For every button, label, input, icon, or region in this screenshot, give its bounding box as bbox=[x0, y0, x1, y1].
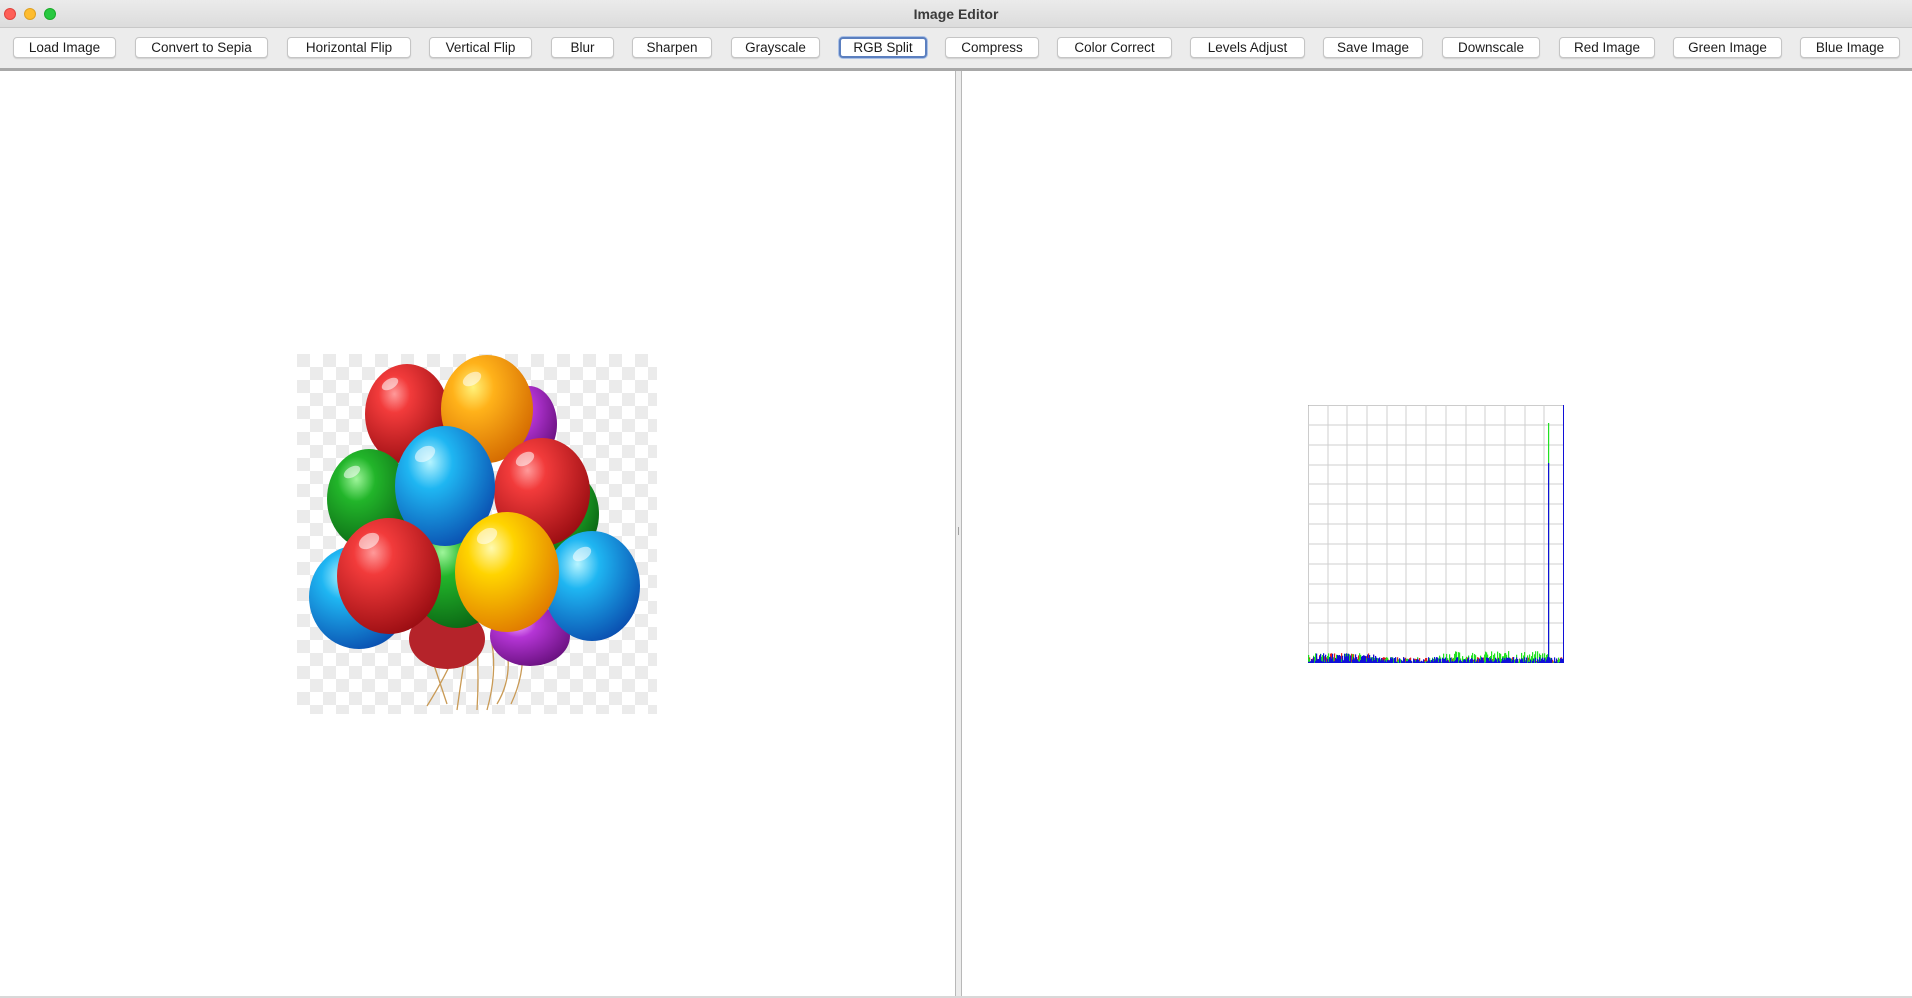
split-pane-divider[interactable] bbox=[955, 71, 962, 996]
rgb-histogram bbox=[1307, 404, 1565, 664]
sharpen-button[interactable]: Sharpen bbox=[632, 37, 712, 58]
histogram-bar-blue bbox=[1526, 657, 1528, 663]
histogram-bar-blue bbox=[1557, 662, 1559, 663]
color-correct-button[interactable]: Color Correct bbox=[1057, 37, 1172, 58]
histogram-bar-blue bbox=[1437, 657, 1439, 663]
load-image-button[interactable]: Load Image bbox=[13, 37, 116, 58]
horizontal-flip-button[interactable]: Horizontal Flip bbox=[287, 37, 411, 58]
histogram-bar-blue bbox=[1548, 463, 1550, 663]
histogram-bar-blue bbox=[1399, 658, 1401, 663]
blue-image-button[interactable]: Blue Image bbox=[1800, 37, 1900, 58]
compress-button[interactable]: Compress bbox=[945, 37, 1039, 58]
histogram-bar-blue bbox=[1350, 655, 1352, 663]
histogram-bar-blue bbox=[1457, 657, 1459, 663]
histogram-bar-blue bbox=[1472, 659, 1474, 663]
histogram-bar-blue bbox=[1404, 658, 1406, 663]
title-bar[interactable]: Image Editor bbox=[0, 0, 1912, 28]
rgb-split-button[interactable]: RGB Split bbox=[839, 37, 927, 58]
histogram-bar-blue bbox=[1517, 659, 1519, 663]
save-image-button[interactable]: Save Image bbox=[1323, 37, 1423, 58]
vertical-flip-button[interactable]: Vertical Flip bbox=[429, 37, 532, 58]
blur-button[interactable]: Blur bbox=[551, 37, 614, 58]
grayscale-button[interactable]: Grayscale bbox=[731, 37, 820, 58]
balloons-image bbox=[297, 354, 657, 714]
histogram-bar-blue bbox=[1483, 660, 1485, 663]
histogram-bar-blue bbox=[1325, 654, 1327, 663]
image-panel[interactable] bbox=[0, 71, 955, 996]
downscale-button[interactable]: Downscale bbox=[1442, 37, 1540, 58]
histogram-bar-blue bbox=[1533, 658, 1535, 663]
levels-adjust-button[interactable]: Levels Adjust bbox=[1190, 37, 1305, 58]
red-image-button[interactable]: Red Image bbox=[1559, 37, 1655, 58]
green-image-button[interactable]: Green Image bbox=[1673, 37, 1782, 58]
histogram-bar-blue bbox=[1424, 662, 1426, 663]
histogram-bar-blue bbox=[1535, 657, 1537, 663]
histogram-bar-blue bbox=[1530, 659, 1532, 663]
histogram-bar-blue bbox=[1563, 405, 1565, 663]
histogram-bar-blue bbox=[1392, 657, 1394, 663]
histogram-bar-blue bbox=[1499, 660, 1501, 663]
window-title: Image Editor bbox=[913, 6, 999, 22]
histogram-bar-blue bbox=[1313, 657, 1315, 663]
divider-grip[interactable] bbox=[958, 527, 959, 535]
histogram-bar-blue bbox=[1551, 657, 1553, 663]
app-window: Image Editor Load Image Convert to Sepia… bbox=[0, 0, 1912, 998]
histogram-bar-blue bbox=[1323, 653, 1325, 663]
histogram-bar-blue bbox=[1556, 658, 1558, 663]
histogram-bar-blue bbox=[1397, 662, 1399, 663]
toolbar: Load Image Convert to Sepia Horizontal F… bbox=[0, 28, 1912, 68]
histogram-bar-blue bbox=[1411, 661, 1413, 663]
convert-to-sepia-button[interactable]: Convert to Sepia bbox=[135, 37, 268, 58]
histogram-panel bbox=[962, 71, 1912, 996]
histogram-bar-blue bbox=[1468, 657, 1470, 663]
histogram-bar-blue bbox=[1513, 657, 1515, 663]
histogram-bar-blue bbox=[1440, 658, 1442, 663]
histogram-bar-blue bbox=[1340, 656, 1342, 663]
